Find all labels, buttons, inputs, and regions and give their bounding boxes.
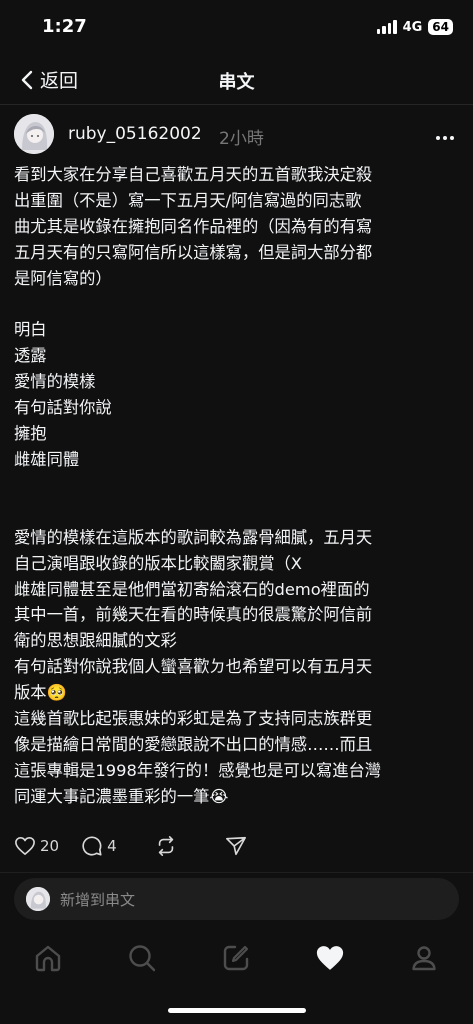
username[interactable]: ruby_05162002 bbox=[68, 124, 202, 144]
share-button[interactable] bbox=[225, 835, 247, 857]
like-count: 20 bbox=[40, 837, 60, 855]
avatar-image bbox=[14, 114, 54, 154]
comment-count: 4 bbox=[107, 837, 117, 855]
compose-icon bbox=[223, 945, 249, 971]
search-icon bbox=[129, 945, 156, 972]
tab-compose[interactable] bbox=[220, 942, 252, 974]
post-body: 看到大家在分享自己喜歡五月天的五首歌我決定殺 出重圍（不是）寫一下五月天/阿信寫… bbox=[14, 165, 382, 806]
tab-home[interactable] bbox=[32, 942, 64, 974]
repost-icon bbox=[158, 836, 173, 856]
repost-button[interactable] bbox=[155, 835, 177, 857]
battery-icon: 64 bbox=[428, 19, 453, 35]
reply-avatar bbox=[26, 887, 50, 911]
tab-activity[interactable] bbox=[314, 942, 346, 974]
like-button[interactable]: 20 bbox=[14, 836, 59, 856]
tab-profile[interactable] bbox=[408, 942, 440, 974]
reply-input[interactable]: 新增到串文 bbox=[14, 878, 459, 920]
page-title: 串文 bbox=[218, 72, 255, 93]
nav-bar: 返回 串文 bbox=[0, 56, 473, 105]
signal-icon bbox=[376, 20, 397, 34]
tab-bar bbox=[0, 936, 473, 980]
network-type: 4G bbox=[402, 19, 423, 35]
status-indicators: 4G 64 bbox=[376, 19, 453, 35]
status-time: 1:27 bbox=[42, 16, 87, 37]
send-icon bbox=[225, 836, 246, 856]
more-icon bbox=[436, 136, 454, 140]
heart-icon bbox=[15, 837, 35, 855]
heart-filled-icon bbox=[316, 946, 344, 970]
avatar-image bbox=[26, 887, 50, 911]
post-time: 2小時 bbox=[219, 129, 264, 149]
status-bar: 1:27 4G 64 bbox=[0, 0, 473, 56]
avatar[interactable] bbox=[14, 114, 54, 154]
more-button[interactable] bbox=[435, 126, 455, 145]
comment-icon bbox=[82, 836, 102, 856]
comment-button[interactable]: 4 bbox=[81, 835, 117, 857]
divider bbox=[0, 872, 473, 873]
home-icon bbox=[35, 945, 61, 972]
post-actions: 20 4 bbox=[14, 834, 269, 858]
home-indicator bbox=[168, 1008, 306, 1013]
profile-icon bbox=[412, 946, 436, 971]
reply-placeholder: 新增到串文 bbox=[60, 891, 136, 909]
tab-search[interactable] bbox=[126, 942, 158, 974]
